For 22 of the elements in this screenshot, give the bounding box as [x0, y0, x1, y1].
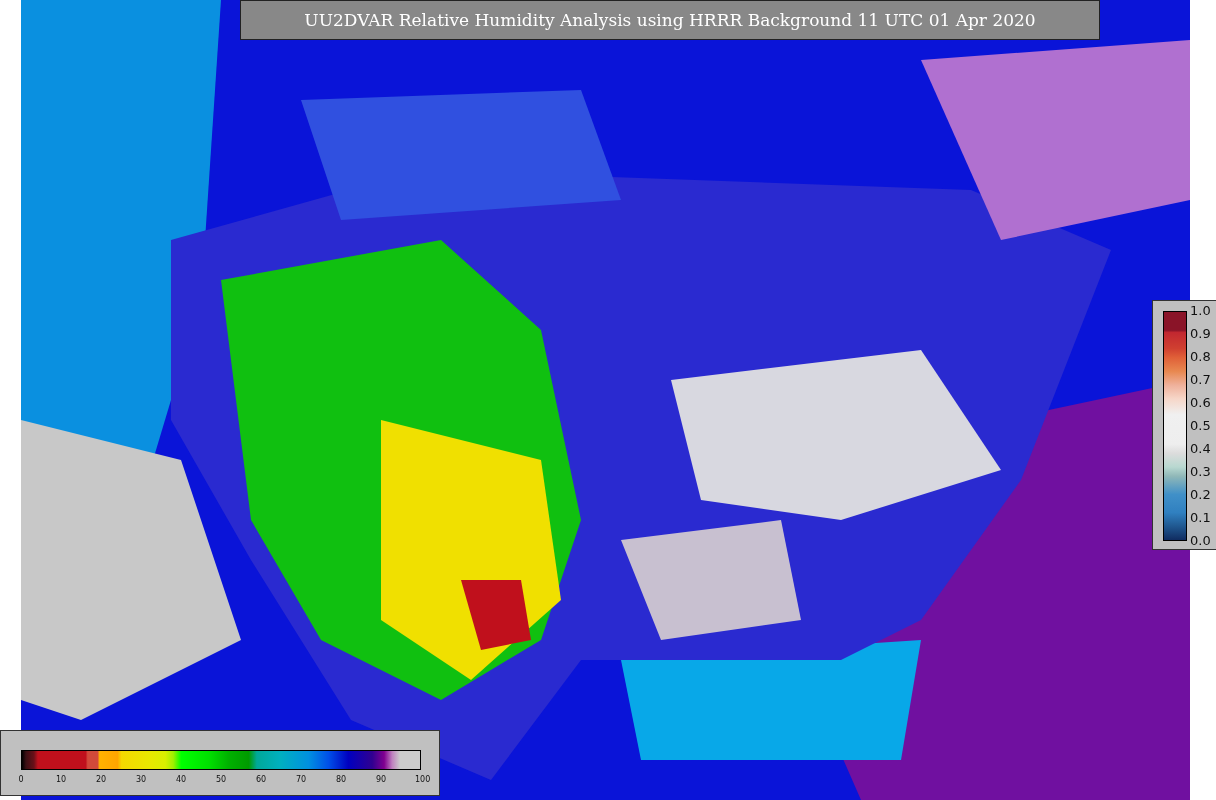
tick-label: 40: [175, 775, 187, 784]
tick-label: 0.9: [1190, 326, 1211, 342]
tick-label: 0: [17, 775, 25, 784]
map-title: UU2DVAR Relative Humidity Analysis using HRRR Background 11 UTC 01 Apr 2020: [240, 0, 1100, 40]
tick-label: 0.6: [1190, 395, 1211, 411]
tick-label: 0.3: [1190, 464, 1211, 480]
tick-label: 0.5: [1190, 418, 1211, 434]
tick-label: 0.4: [1190, 441, 1211, 457]
tick-label: 90: [375, 775, 387, 784]
tick-label: 30: [135, 775, 147, 784]
tick-label: 80: [335, 775, 347, 784]
tick-label: 0.0: [1190, 533, 1211, 549]
tick-label: 10: [55, 775, 67, 784]
tick-label: 0.8: [1190, 349, 1211, 365]
tick-label: 70: [295, 775, 307, 784]
tick-label: 0.2: [1190, 487, 1211, 503]
tick-label: 0.7: [1190, 372, 1211, 388]
tick-label: 50: [215, 775, 227, 784]
tick-label: 1.0: [1190, 303, 1211, 319]
tick-label: 60: [255, 775, 267, 784]
tick-label: 0.1: [1190, 510, 1211, 526]
tick-label: 20: [95, 775, 107, 784]
